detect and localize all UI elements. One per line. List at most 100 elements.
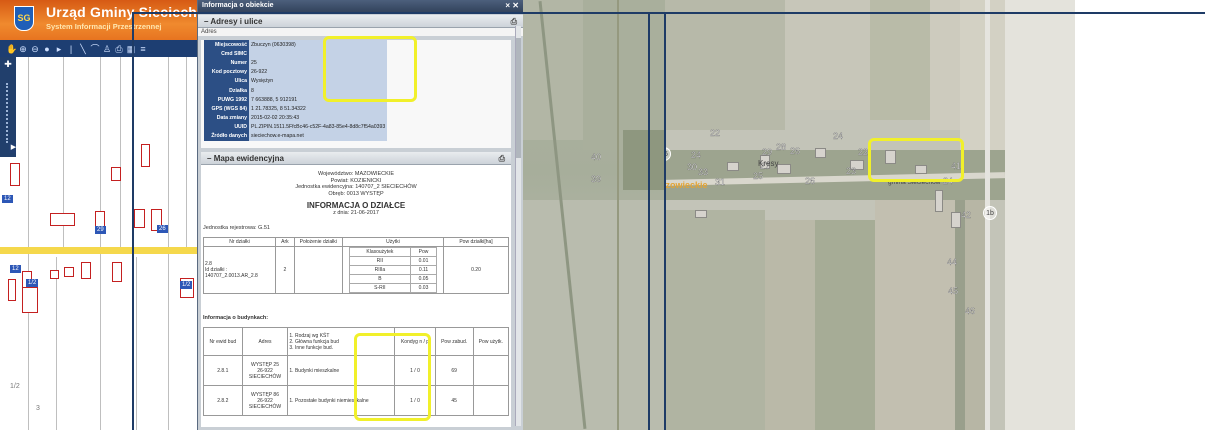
parcel-number: 22	[858, 147, 869, 157]
print-icon[interactable]: ⎙	[499, 152, 505, 165]
section-header-map[interactable]: – Mapa ewidencyjna ⎙	[201, 152, 511, 165]
cadastral-map[interactable]: 12 29 26 12 1/2 1/2 1/2 3	[2, 57, 197, 430]
building-outline[interactable]	[111, 167, 121, 181]
grid-icon[interactable]: ▦	[126, 44, 136, 54]
print-icon[interactable]: ⎙	[114, 44, 124, 54]
road	[0, 247, 197, 254]
overlay-divider	[132, 13, 134, 430]
column-header: Pow	[409, 247, 438, 257]
scrollbar-thumb[interactable]	[516, 38, 521, 158]
column-header: Nr działki	[203, 237, 276, 247]
point-info-icon[interactable]: ●	[42, 44, 52, 54]
overlay-divider	[664, 12, 1205, 14]
zoom-in-icon[interactable]: ⊕	[18, 44, 28, 54]
parcel-number: 30	[687, 162, 698, 172]
building-id: 2.8.1	[203, 355, 243, 386]
registration-unit: Jednostka rejestrowa: G.51	[203, 225, 270, 231]
overlay-divider	[648, 13, 650, 430]
section-title: Mapa ewidencyjna	[213, 154, 284, 163]
measure-area-icon[interactable]: ⌒	[90, 44, 100, 54]
parcel-label: 29	[95, 226, 106, 234]
address-key: UUID	[204, 122, 249, 132]
parcel-number: 45	[948, 286, 959, 296]
parcel-number: 25	[753, 171, 764, 181]
building-outline[interactable]	[81, 262, 91, 279]
building-outline[interactable]	[64, 267, 74, 277]
building-outline[interactable]	[50, 270, 59, 279]
building-outline[interactable]	[50, 213, 75, 226]
building-outline[interactable]	[22, 287, 38, 313]
parcel-number: 22	[710, 128, 721, 138]
address-key: Numer	[204, 58, 249, 68]
section-header-addresses[interactable]: – Adresy i ulice ⎙	[198, 15, 523, 28]
plot-table: Nr działki Ark Położenie działki Użytki …	[203, 237, 509, 294]
address-value: PL.ZIPIN.1511.5FfcBc46-c52F-4a83-85e4-8d…	[249, 122, 388, 132]
column-header: Użytki	[341, 237, 445, 247]
highlight-box	[323, 36, 417, 102]
place-label: Kresy	[758, 159, 779, 168]
document-date: z dnia: 21-06-2017	[333, 209, 379, 216]
column-header: Klasoużytek	[348, 247, 412, 257]
parcel-number: 39	[591, 174, 602, 184]
parcel-label: 12	[2, 195, 13, 203]
pan-icon[interactable]: ✋	[6, 44, 17, 54]
cursor-icon[interactable]: ▸	[54, 44, 64, 54]
overlay-divider	[664, 13, 666, 430]
collapse-icon[interactable]: –	[204, 17, 208, 26]
parcel-label: 12	[10, 265, 21, 273]
parcel-label: 1/2	[26, 279, 39, 287]
plot-id-cell: 2.8 Id działki : 140707_2.0013.AR_2.8	[203, 246, 276, 294]
map-navigation: ✚	[0, 57, 16, 157]
close-icon[interactable]: × ✕	[505, 0, 519, 12]
building-outline[interactable]	[10, 163, 20, 186]
road-number-marker: 1b	[983, 206, 997, 220]
building-address: WYSTĘP 25 26-922 SIECIECHÓW	[241, 355, 289, 386]
overlay-divider	[132, 12, 667, 14]
plot-id: 140707_2.0013.AR_2.8	[205, 273, 258, 279]
blank-area	[1075, 0, 1205, 430]
zoom-out-icon[interactable]: ⊖	[30, 44, 40, 54]
app-header: SG Urząd Gminy Sieciechów System Informa…	[0, 0, 197, 40]
land-use: RII	[348, 256, 412, 266]
building-outline[interactable]	[141, 144, 150, 167]
parcel-number: 29	[762, 147, 773, 157]
collapse-icon[interactable]: –	[207, 154, 211, 163]
section-title: Adresy i ulice	[210, 17, 263, 26]
land-use: S-RII	[348, 283, 412, 293]
parcel-number: 26	[790, 146, 801, 156]
address-key: Działka	[204, 85, 249, 96]
person-icon[interactable]: ♙	[102, 44, 112, 54]
building-outline[interactable]	[8, 279, 16, 301]
building-outline[interactable]	[112, 262, 122, 282]
aerial-photo-left: 40 39	[523, 0, 665, 430]
screenshot-composite: SG Urząd Gminy Sieciechów System Informa…	[0, 0, 1205, 430]
location-cell	[293, 246, 343, 294]
parcel-number: 33	[698, 167, 709, 177]
measure-line-icon[interactable]: ╲	[78, 44, 88, 54]
buildings-caption: Informacja o budynkach:	[203, 315, 269, 321]
gis-application: SG Urząd Gminy Sieciechów System Informa…	[0, 0, 197, 430]
nav-up-icon[interactable]: ✚	[1, 59, 15, 69]
building-address: WYSTĘP 86 26-922 SIECIECHÓW	[241, 385, 289, 416]
layers-icon[interactable]: ≡	[138, 44, 148, 54]
land-area: 0.05	[409, 274, 438, 284]
scrollbar[interactable]	[515, 26, 521, 426]
uses-table: Klasoużytek Pow RII 0.01 RIIIa 0.11 B 0.05 S…	[348, 247, 438, 293]
building-area: 69	[434, 355, 474, 386]
parcel-number: 40	[591, 152, 602, 162]
address-value: sieciechow.e-mapa.net	[249, 131, 388, 142]
map-text: 3	[36, 405, 40, 412]
header-line: Obręb: 0013 WYSTĘP	[328, 190, 384, 197]
highlight-box	[354, 333, 431, 421]
land-use: RIIIa	[348, 265, 412, 275]
column-header: Położenie działki	[293, 237, 343, 247]
document-header: Województwo: MAZOWIECKIE Powiat: KOZIENI…	[201, 165, 511, 216]
land-use: B	[348, 274, 412, 284]
parcel-number: 44	[947, 257, 958, 267]
parcel-number: 23	[846, 166, 857, 176]
aerial-photo-right: 22 24 29 28 26 24 22 30 31 33 25 27 23 2…	[665, 0, 1075, 430]
window-title: Informacja o obiekcie × ✕	[198, 0, 523, 12]
building-outline[interactable]	[134, 209, 145, 228]
land-area: 0.03	[409, 283, 438, 293]
zoom-slider[interactable]	[6, 83, 8, 143]
